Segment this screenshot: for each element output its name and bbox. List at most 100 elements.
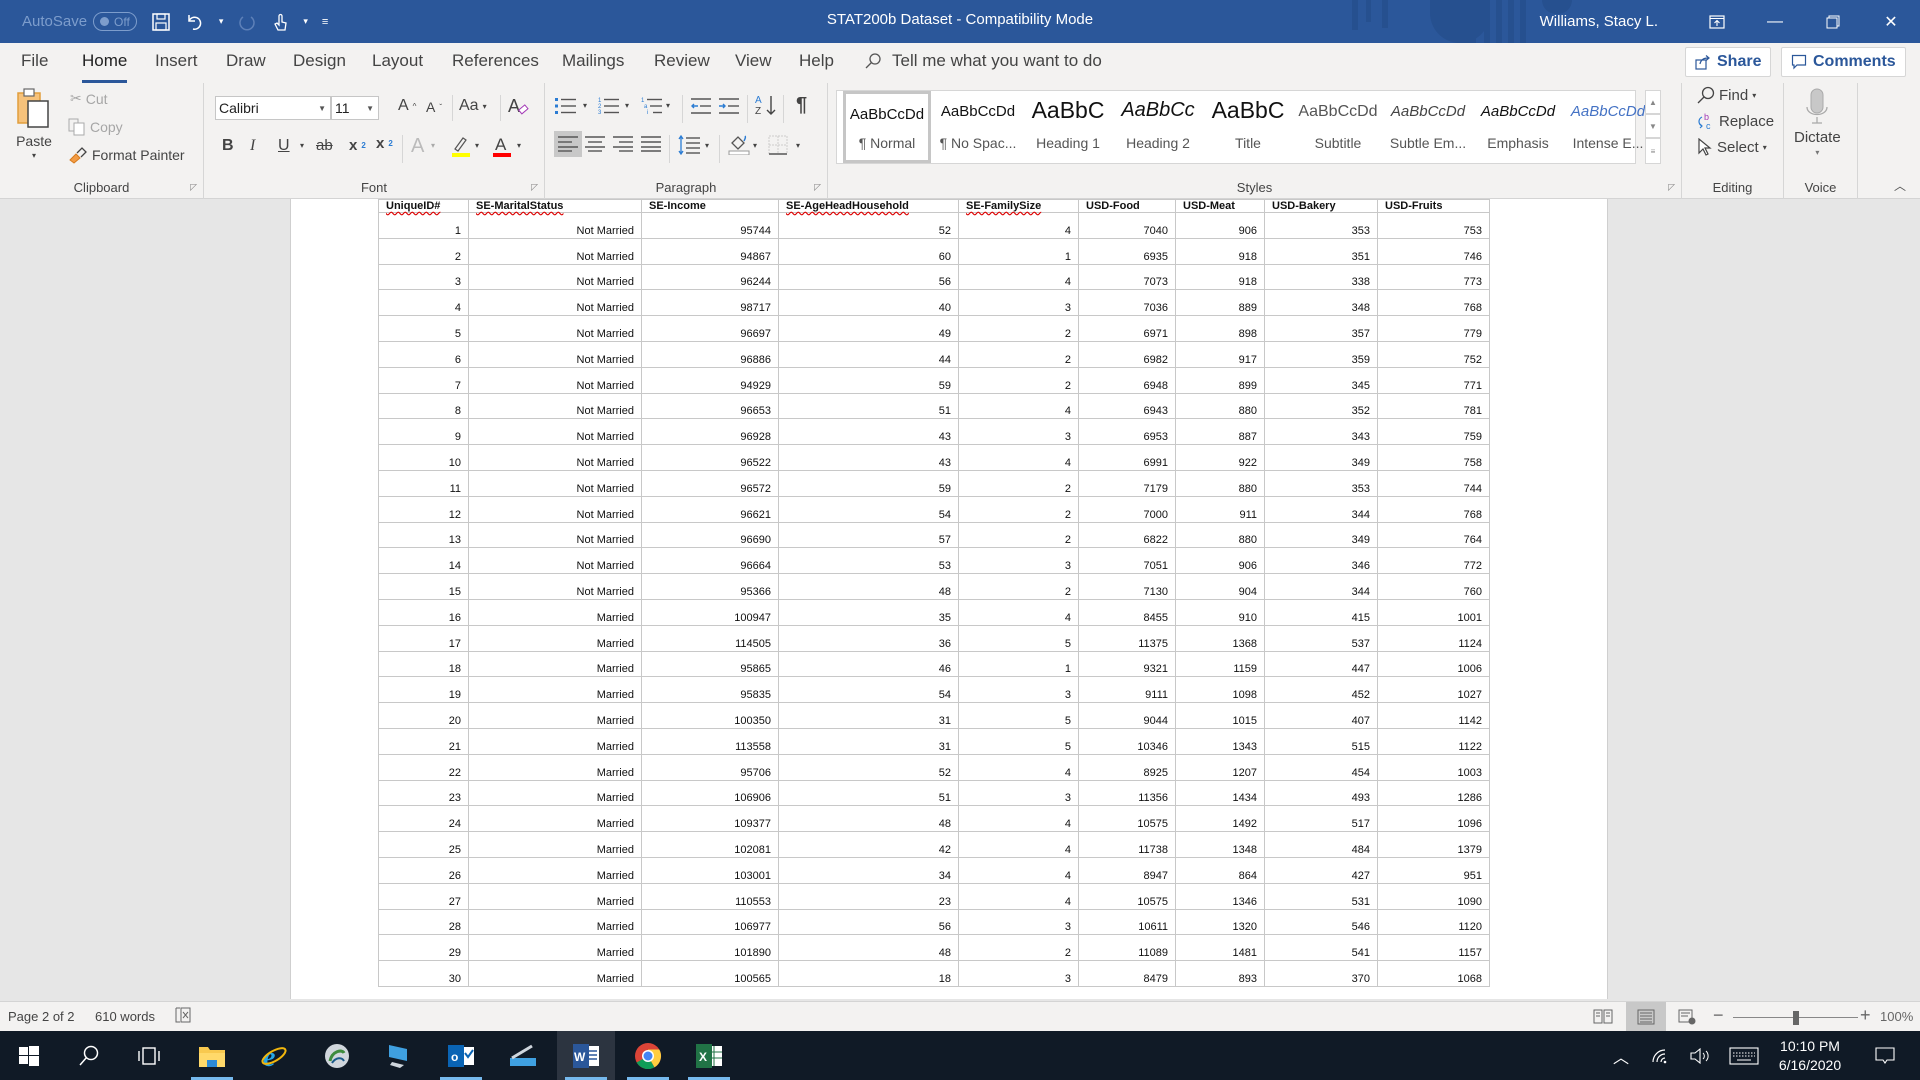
cell-marital-status[interactable]: Married: [468, 856, 642, 884]
grow-font-icon[interactable]: A ^: [398, 97, 416, 115]
excel-icon[interactable]: X: [680, 1031, 738, 1080]
cell-marital-status[interactable]: Married: [468, 960, 642, 987]
cell-marital-status[interactable]: Married: [468, 676, 642, 704]
show-formatting-marks-icon[interactable]: ¶: [796, 94, 807, 117]
cell-income[interactable]: 96522: [641, 444, 779, 471]
tab-layout[interactable]: Layout: [372, 51, 423, 79]
increase-indent-icon[interactable]: [719, 97, 739, 115]
cell-family-size[interactable]: 3: [958, 960, 1079, 987]
cell-income[interactable]: 94929: [641, 366, 779, 394]
cell-age-head-household[interactable]: 60: [778, 237, 959, 265]
cell-income[interactable]: 96690: [641, 521, 779, 549]
cell-usd-bakery[interactable]: 348: [1264, 289, 1378, 317]
zoom-out-icon[interactable]: −: [1713, 1005, 1724, 1026]
style-subtitle[interactable]: AaBbCcDd Subtitle: [1293, 91, 1383, 163]
remote-desktop-icon[interactable]: [370, 1031, 428, 1080]
cell-usd-fruits[interactable]: 758: [1377, 444, 1490, 471]
font-dialog-launcher-icon[interactable]: ◸: [531, 182, 538, 193]
cell-usd-fruits[interactable]: 768: [1377, 495, 1490, 523]
paste-dropdown-icon[interactable]: ▾: [32, 151, 36, 160]
cell-unique-id[interactable]: 13: [378, 521, 469, 549]
cell-unique-id[interactable]: 1: [378, 212, 469, 239]
shading-dropdown-icon[interactable]: ▾: [753, 141, 757, 150]
subscript-icon[interactable]: x2: [349, 137, 366, 154]
font-size-dropdown-icon[interactable]: ▼: [366, 104, 374, 113]
cell-usd-bakery[interactable]: 352: [1264, 392, 1378, 420]
cell-usd-fruits[interactable]: 781: [1377, 392, 1490, 420]
cell-age-head-household[interactable]: 18: [778, 960, 959, 987]
autosave-toggle[interactable]: AutoSave Off: [22, 12, 137, 31]
cell-unique-id[interactable]: 6: [378, 340, 469, 368]
cell-usd-bakery[interactable]: 349: [1264, 521, 1378, 549]
cell-unique-id[interactable]: 16: [378, 598, 469, 626]
cell-family-size[interactable]: 2: [958, 934, 1079, 962]
cell-usd-food[interactable]: 6948: [1078, 366, 1176, 394]
cell-usd-fruits[interactable]: 771: [1377, 366, 1490, 394]
ribbon-display-options-icon[interactable]: [1688, 0, 1746, 43]
underline-dropdown-icon[interactable]: ▾: [300, 141, 304, 150]
cell-family-size[interactable]: 5: [958, 702, 1079, 729]
cell-marital-status[interactable]: Not Married: [468, 495, 642, 523]
action-center-icon[interactable]: [1865, 1031, 1905, 1080]
file-explorer-icon[interactable]: [183, 1031, 241, 1080]
cell-unique-id[interactable]: 27: [378, 882, 469, 910]
cell-usd-bakery[interactable]: 353: [1264, 469, 1378, 497]
cell-family-size[interactable]: 4: [958, 882, 1079, 910]
cell-usd-bakery[interactable]: 357: [1264, 315, 1378, 342]
cell-usd-bakery[interactable]: 344: [1264, 495, 1378, 523]
cell-usd-bakery[interactable]: 359: [1264, 340, 1378, 368]
autosave-switch[interactable]: Off: [93, 12, 137, 31]
cell-family-size[interactable]: 4: [958, 212, 1079, 239]
cell-marital-status[interactable]: Not Married: [468, 366, 642, 394]
cell-income[interactable]: 113558: [641, 727, 779, 755]
cell-income[interactable]: 98717: [641, 289, 779, 317]
cell-age-head-household[interactable]: 31: [778, 702, 959, 729]
cell-usd-fruits[interactable]: 1096: [1377, 805, 1490, 833]
cell-usd-meat[interactable]: 918: [1175, 263, 1265, 291]
cell-age-head-household[interactable]: 54: [778, 676, 959, 704]
cell-usd-food[interactable]: 7051: [1078, 547, 1176, 575]
cell-family-size[interactable]: 1: [958, 650, 1079, 678]
share-button[interactable]: Share: [1685, 47, 1772, 77]
cell-age-head-household[interactable]: 59: [778, 469, 959, 497]
cell-family-size[interactable]: 2: [958, 315, 1079, 342]
cell-income[interactable]: 114505: [641, 624, 779, 652]
font-color-icon[interactable]: A: [492, 135, 512, 157]
cell-usd-food[interactable]: 7179: [1078, 469, 1176, 497]
style-subtle-emphasis[interactable]: AaBbCcDd Subtle Em...: [1383, 91, 1473, 163]
tab-design[interactable]: Design: [293, 51, 346, 79]
cell-marital-status[interactable]: Not Married: [468, 573, 642, 600]
cell-income[interactable]: 96572: [641, 469, 779, 497]
cell-unique-id[interactable]: 29: [378, 934, 469, 962]
cell-unique-id[interactable]: 28: [378, 908, 469, 936]
zoom-in-icon[interactable]: +: [1860, 1005, 1871, 1026]
cell-age-head-household[interactable]: 42: [778, 831, 959, 858]
gallery-scroll-up-icon[interactable]: ▲: [1645, 90, 1661, 114]
cell-marital-status[interactable]: Not Married: [468, 418, 642, 446]
cell-usd-bakery[interactable]: 349: [1264, 444, 1378, 471]
cell-usd-meat[interactable]: 1348: [1175, 831, 1265, 858]
cell-usd-bakery[interactable]: 546: [1264, 908, 1378, 936]
cell-usd-meat[interactable]: 1207: [1175, 753, 1265, 781]
cell-usd-meat[interactable]: 899: [1175, 366, 1265, 394]
internet-explorer-icon[interactable]: e: [245, 1031, 303, 1080]
cell-income[interactable]: 103001: [641, 856, 779, 884]
cell-unique-id[interactable]: 25: [378, 831, 469, 858]
cell-usd-food[interactable]: 6982: [1078, 340, 1176, 368]
cell-marital-status[interactable]: Not Married: [468, 392, 642, 420]
cell-unique-id[interactable]: 9: [378, 418, 469, 446]
cell-family-size[interactable]: 4: [958, 598, 1079, 626]
cell-usd-bakery[interactable]: 447: [1264, 650, 1378, 678]
cell-usd-meat[interactable]: 889: [1175, 289, 1265, 317]
cell-marital-status[interactable]: Not Married: [468, 444, 642, 471]
cell-age-head-household[interactable]: 53: [778, 547, 959, 575]
cell-usd-fruits[interactable]: 1068: [1377, 960, 1490, 987]
restore-icon[interactable]: [1804, 0, 1862, 43]
cell-unique-id[interactable]: 12: [378, 495, 469, 523]
cell-unique-id[interactable]: 10: [378, 444, 469, 471]
cell-usd-meat[interactable]: 1098: [1175, 676, 1265, 704]
select-button[interactable]: Select ▾: [1697, 138, 1767, 156]
cell-age-head-household[interactable]: 43: [778, 444, 959, 471]
gallery-scroll-down-icon[interactable]: ▼: [1645, 114, 1661, 138]
cell-usd-fruits[interactable]: 779: [1377, 315, 1490, 342]
